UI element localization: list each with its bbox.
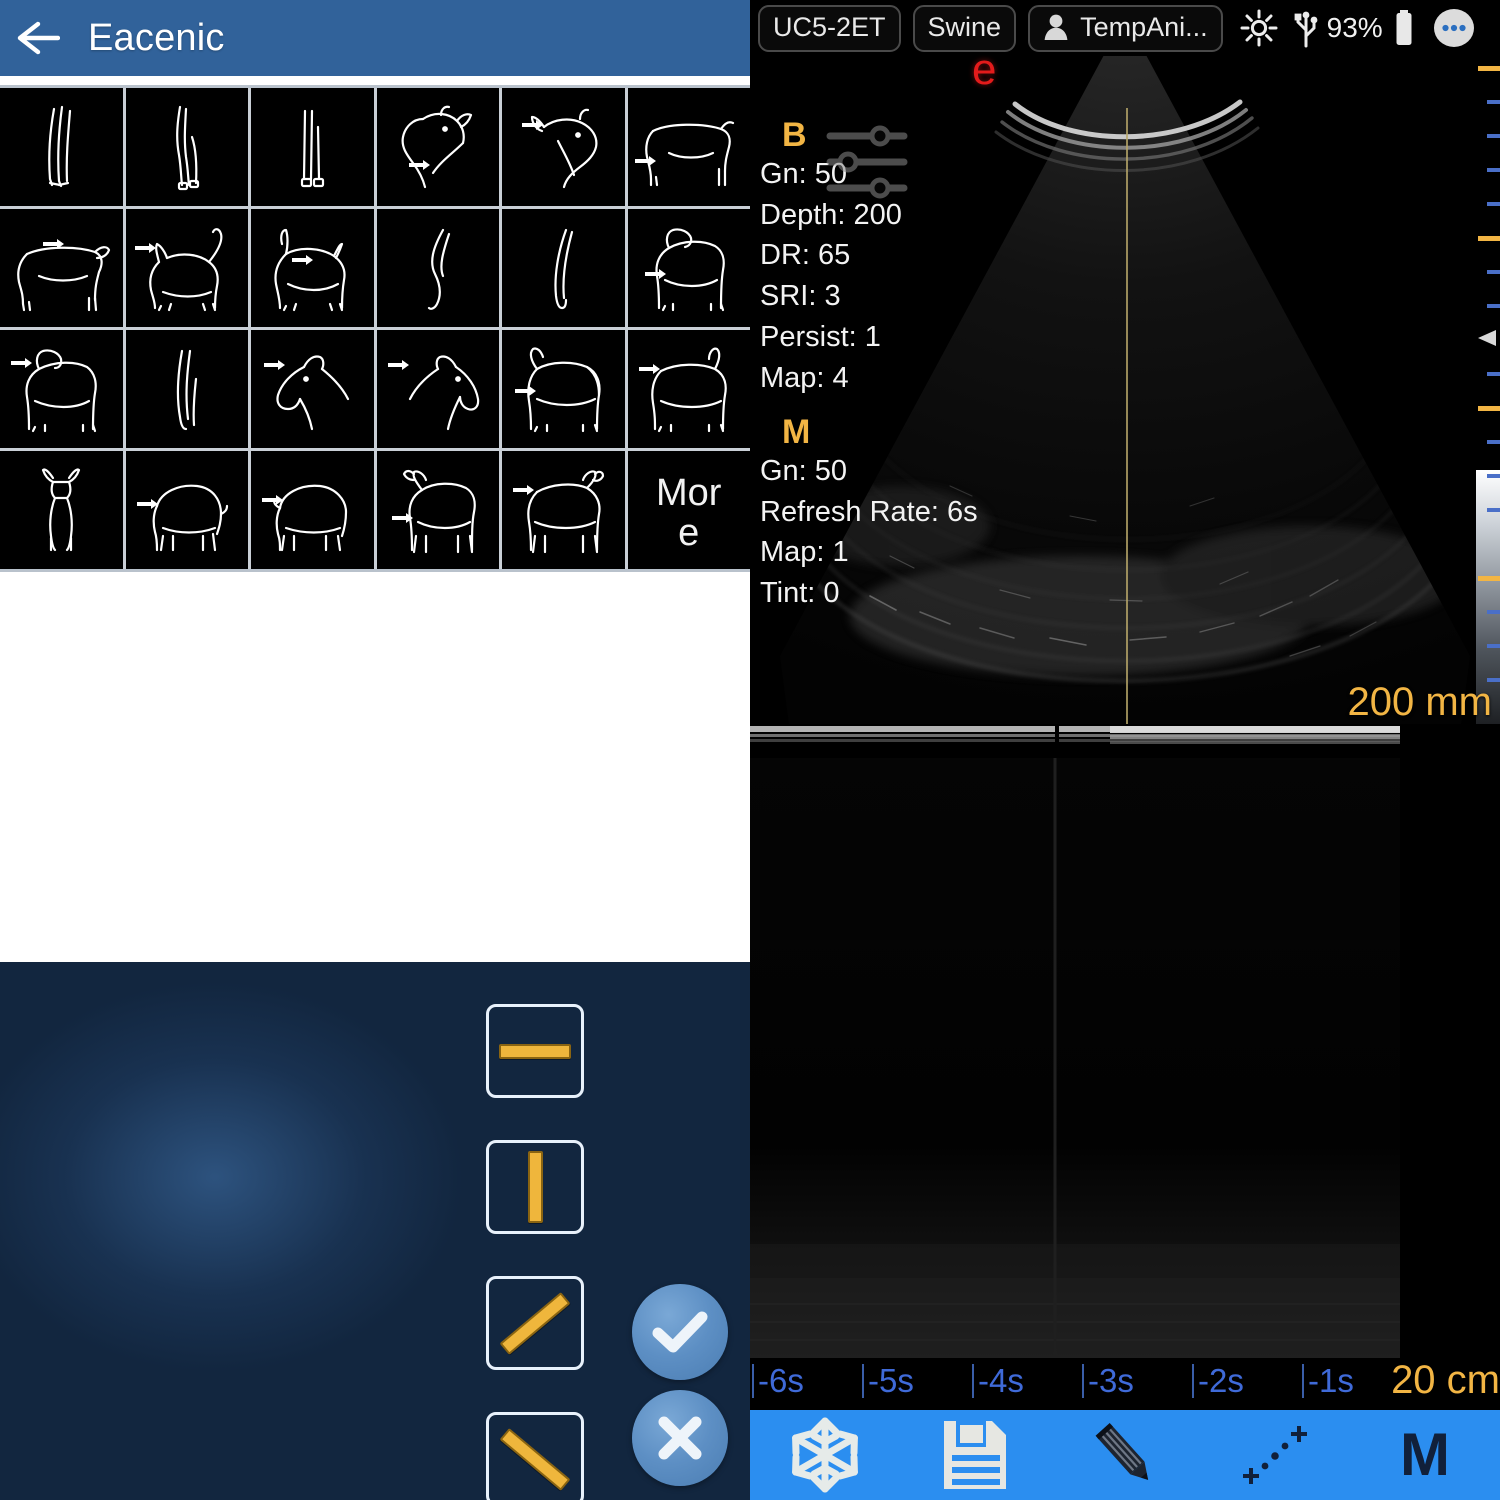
animal-picker-app: Eacenic Mor e: [0, 0, 750, 1500]
grid-cell-dog-leg-fore[interactable]: [502, 209, 625, 327]
time-label-1s: -1s: [1308, 1362, 1354, 1399]
focus-marker-icon: [1476, 328, 1498, 353]
page-title: Eacenic: [88, 16, 225, 59]
blank-content-area: [0, 572, 750, 962]
time-label-5s: -5s: [868, 1362, 914, 1399]
grid-cell-horse-body[interactable]: [502, 330, 625, 448]
time-label-3s: -3s: [1088, 1362, 1134, 1399]
parameter-readout: B Gn: 50 Depth: 200 DR: 65 SRI: 3 Persis…: [760, 117, 978, 614]
check-icon: [652, 1311, 708, 1353]
app-header: Eacenic: [0, 0, 750, 76]
sliders-icon[interactable]: [822, 124, 914, 205]
more-label-overflow: e: [678, 512, 700, 554]
freeze-button[interactable]: [750, 1410, 900, 1500]
grid-cell-goat-front[interactable]: [0, 451, 123, 569]
grid-cell-cow-legs-straight[interactable]: [251, 88, 374, 206]
pencil-icon: [1095, 1423, 1149, 1480]
m-mode-icon: M: [1400, 1421, 1450, 1488]
m-mode-trace[interactable]: [750, 748, 1500, 1358]
cancel-button[interactable]: [632, 1390, 728, 1486]
grid-cell-cat-walking[interactable]: [251, 209, 374, 327]
grid-cell-dog-standing[interactable]: [627, 209, 750, 327]
more-label: Mor: [656, 472, 722, 514]
patient-selector[interactable]: TempAni...: [1028, 4, 1223, 52]
grid-cell-horse-side[interactable]: [627, 330, 750, 448]
line-vertical-icon: [527, 1151, 543, 1223]
grid-cell-cow-legs-front[interactable]: [0, 88, 123, 206]
snowflake-icon: [792, 1417, 858, 1493]
param-b-map: Map: 4: [760, 362, 849, 395]
line-tool-panel: [0, 962, 750, 1500]
grid-cell-dog-side[interactable]: [0, 330, 123, 448]
m-mode-label: M: [782, 412, 811, 451]
grid-cell-cow-legs-rear[interactable]: [125, 88, 248, 206]
line-diagonal-up-button[interactable]: [486, 1276, 584, 1370]
grid-cell-more[interactable]: Mor e: [627, 451, 750, 569]
param-m-gain: Gn: 50: [760, 454, 848, 487]
battery-percent: 93%: [1326, 12, 1383, 43]
grid-cell-pig-right[interactable]: [251, 451, 374, 569]
patient-name: TempAni...: [1080, 11, 1208, 42]
brightness-icon[interactable]: [1239, 8, 1279, 48]
mode-separator-bands: [750, 724, 1500, 758]
grid-cell-horse-legs[interactable]: [125, 330, 248, 448]
grid-cell-cat-standing[interactable]: [125, 209, 248, 327]
grid-cell-cow-head[interactable]: [376, 88, 499, 206]
line-diagonal-down-button[interactable]: [486, 1412, 584, 1500]
grid-cell-dog-leg-hind[interactable]: [376, 209, 499, 327]
time-label-6s: -6s: [758, 1362, 804, 1399]
param-b-dr: DR: 65: [760, 239, 851, 272]
grid-cell-sheep-right[interactable]: [502, 451, 625, 569]
ultrasound-viewer: e 200 mm 20 cm UC5-2ET Swine TempAni...: [750, 0, 1500, 1500]
line-vertical-button[interactable]: [486, 1140, 584, 1234]
line-diagonal-up-icon: [499, 1291, 571, 1355]
confirm-button[interactable]: [632, 1284, 728, 1380]
mode-m-button[interactable]: M: [1350, 1410, 1500, 1500]
usb-icon: [1293, 8, 1319, 48]
close-icon: [658, 1416, 702, 1460]
depth-ruler: [1476, 56, 1500, 732]
line-horizontal-icon: [499, 1043, 571, 1059]
depth-label: 200 mm: [1347, 680, 1493, 724]
pictogram-grid: Mor e: [0, 85, 750, 572]
time-label-2s: -2s: [1198, 1362, 1244, 1399]
ultrasound-topbar: UC5-2ET Swine TempAni... 93%: [750, 0, 1500, 56]
grid-cell-horse-head-right[interactable]: [376, 330, 499, 448]
grid-cell-cow-head-arrow[interactable]: [502, 88, 625, 206]
time-label-4s: -4s: [978, 1362, 1024, 1399]
line-horizontal-button[interactable]: [486, 1004, 584, 1098]
measure-button[interactable]: [1200, 1410, 1350, 1500]
back-arrow-icon[interactable]: [0, 0, 74, 76]
person-icon: [1043, 13, 1069, 41]
ultrasound-toolbar: M: [750, 1410, 1500, 1500]
grid-cell-cow-body[interactable]: [627, 88, 750, 206]
grid-cell-sheep-left[interactable]: [376, 451, 499, 569]
preset-selector[interactable]: Swine: [912, 4, 1017, 52]
param-b-sri: SRI: 3: [760, 280, 841, 313]
grid-cell-cow-side[interactable]: [0, 209, 123, 327]
grid-cell-pig-left[interactable]: [125, 451, 248, 569]
caliper-icon: [1243, 1426, 1307, 1484]
battery-icon: [1393, 8, 1415, 48]
time-axis: -6s -5s -4s -3s -2s -1s: [750, 1358, 1500, 1410]
grid-cell-horse-head-left[interactable]: [251, 330, 374, 448]
save-button[interactable]: [900, 1410, 1050, 1500]
param-b-persist: Persist: 1: [760, 321, 881, 354]
param-m-map: Map: 1: [760, 536, 849, 569]
line-diagonal-down-icon: [499, 1427, 571, 1491]
annotate-button[interactable]: [1050, 1410, 1200, 1500]
more-options-icon[interactable]: [1431, 7, 1477, 49]
param-m-refresh: Refresh Rate: 6s: [760, 495, 978, 528]
floppy-disk-icon: [944, 1421, 1006, 1489]
probe-selector[interactable]: UC5-2ET: [758, 4, 901, 52]
param-m-tint: Tint: 0: [760, 577, 840, 610]
